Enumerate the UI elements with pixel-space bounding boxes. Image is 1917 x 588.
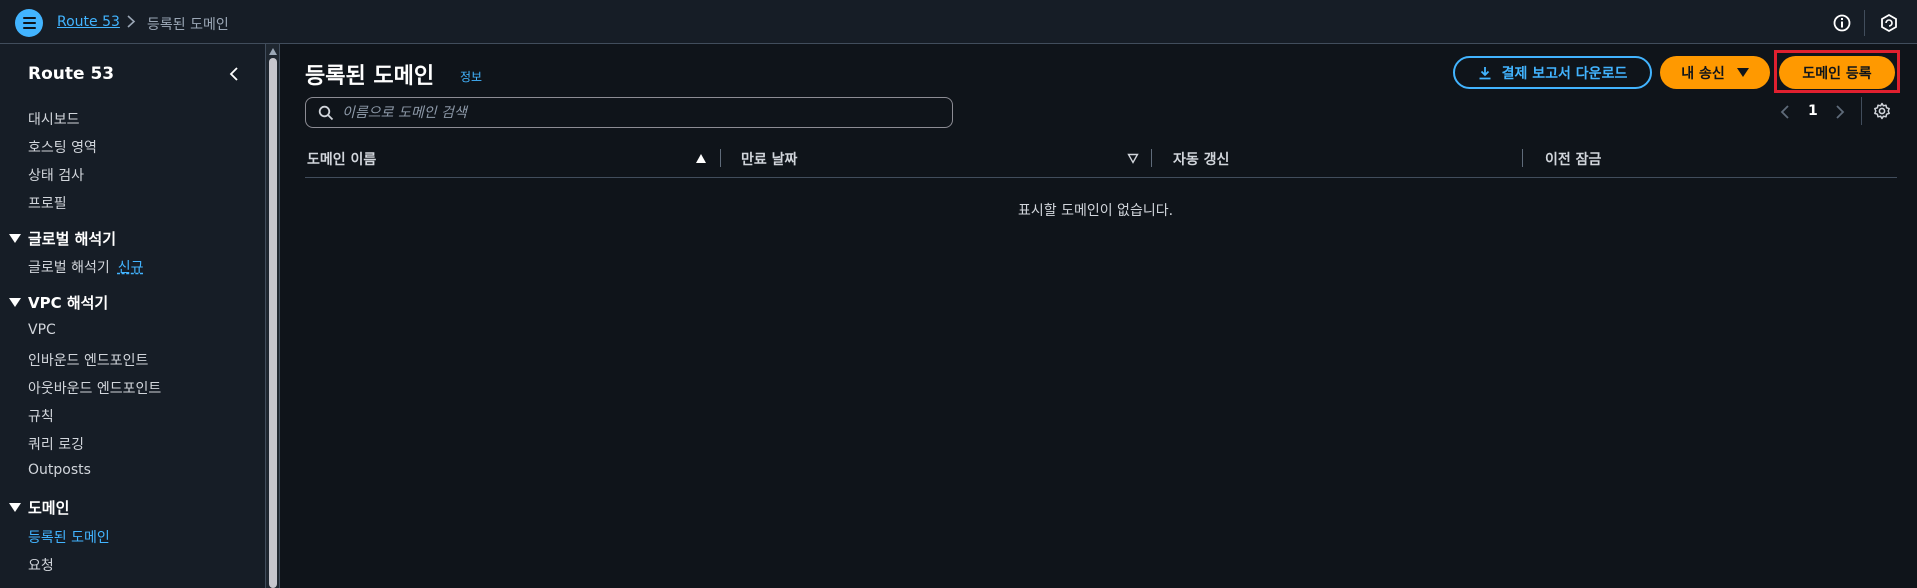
- sort-ascending-icon[interactable]: [695, 153, 707, 164]
- menu-icon[interactable]: [15, 9, 43, 37]
- column-header-expiration-date[interactable]: 만료 날짜: [741, 149, 797, 169]
- new-badge[interactable]: 신규: [118, 260, 144, 276]
- column-header-auto-renew[interactable]: 자동 갱신: [1173, 149, 1229, 169]
- search-box: [305, 97, 953, 128]
- page-number[interactable]: 1: [1808, 103, 1818, 119]
- sidebar-item-registered-domains[interactable]: 등록된 도메인: [28, 527, 110, 547]
- sidebar-item-profiles[interactable]: 프로필: [28, 193, 67, 213]
- caret-down-icon: [9, 298, 21, 307]
- my-send-button[interactable]: 내 송신: [1660, 56, 1770, 89]
- column-separator: [1522, 149, 1523, 167]
- download-billing-report-button[interactable]: 결제 보고서 다운로드: [1453, 56, 1652, 89]
- sidebar-item-outbound-endpoints[interactable]: 아웃바운드 엔드포인트: [28, 378, 161, 398]
- sidebar-section-global-resolver[interactable]: 글로벌 해석기: [9, 228, 116, 249]
- previous-page-icon[interactable]: [1778, 104, 1792, 120]
- table-header-divider: [305, 177, 1897, 178]
- breadcrumb-current: 등록된 도메인: [147, 17, 229, 33]
- side-navigation: Route 53 대시보드 호스팅 영역 상태 검사 프로필 글로벌 해석기 글…: [0, 44, 265, 588]
- sidebar-item-health-checks[interactable]: 상태 검사: [28, 165, 84, 185]
- top-navigation-bar: Route 53 등록된 도메인: [0, 0, 1917, 44]
- domain-search-input[interactable]: [342, 102, 942, 124]
- notifications-icon[interactable]: [1878, 12, 1900, 34]
- gear-icon[interactable]: [1873, 102, 1891, 120]
- highlight-box: [1774, 50, 1900, 93]
- section-title: VPC 해석기: [28, 294, 109, 312]
- sidebar-section-vpc-resolver[interactable]: VPC 해석기: [9, 292, 108, 313]
- scroll-up-arrow-icon[interactable]: [269, 48, 277, 55]
- column-separator: [720, 149, 721, 167]
- caret-down-icon: [9, 234, 21, 243]
- column-separator: [1151, 149, 1152, 167]
- breadcrumb-route53-link[interactable]: Route 53: [57, 14, 120, 30]
- section-title: 도메인: [28, 499, 70, 517]
- empty-table-message: 표시할 도메인이 없습니다.: [1018, 203, 1174, 219]
- sidebar-item-outposts[interactable]: Outposts: [28, 462, 91, 478]
- column-header-transfer-lock[interactable]: 이전 잠금: [1545, 149, 1601, 169]
- sidebar-item-query-logging[interactable]: 쿼리 로깅: [28, 434, 84, 454]
- button-label: 내 송신: [1681, 65, 1725, 82]
- button-label: 결제 보고서 다운로드: [1501, 65, 1628, 82]
- pagination-divider: [1861, 97, 1862, 125]
- sidebar-section-domains[interactable]: 도메인: [9, 497, 69, 518]
- page-title: 등록된 도메인: [305, 64, 435, 89]
- caret-down-icon: [1736, 68, 1749, 77]
- scrollbar-thumb[interactable]: [269, 58, 277, 588]
- next-page-icon[interactable]: [1833, 104, 1847, 120]
- sort-descending-icon[interactable]: [1127, 153, 1139, 164]
- sidebar-item-requests[interactable]: 요청: [28, 555, 54, 575]
- collapse-sidebar-icon[interactable]: [226, 66, 242, 82]
- search-icon: [318, 105, 334, 121]
- sidebar-item-dashboard[interactable]: 대시보드: [28, 109, 80, 129]
- caret-down-icon: [9, 503, 21, 512]
- chevron-right-icon: [127, 15, 136, 28]
- sidebar-item-label: 글로벌 해석기: [28, 260, 110, 276]
- section-title: 글로벌 해석기: [28, 230, 117, 248]
- sidebar-item-rules[interactable]: 규칙: [28, 406, 54, 426]
- column-header-domain-name[interactable]: 도메인 이름: [307, 149, 376, 169]
- sidebar-item-global-resolver[interactable]: 글로벌 해석기 신규: [28, 257, 144, 277]
- download-icon: [1479, 66, 1491, 79]
- sidebar-title: Route 53: [28, 64, 115, 84]
- sidebar-item-vpc[interactable]: VPC: [28, 322, 56, 338]
- info-icon[interactable]: [1831, 12, 1853, 34]
- sidebar-item-inbound-endpoints[interactable]: 인바운드 엔드포인트: [28, 350, 148, 370]
- topbar-divider: [1864, 10, 1865, 36]
- sidebar-scrollbar[interactable]: [265, 44, 280, 588]
- sidebar-item-hosted-zones[interactable]: 호스팅 영역: [28, 137, 97, 157]
- info-link[interactable]: 정보: [460, 68, 482, 85]
